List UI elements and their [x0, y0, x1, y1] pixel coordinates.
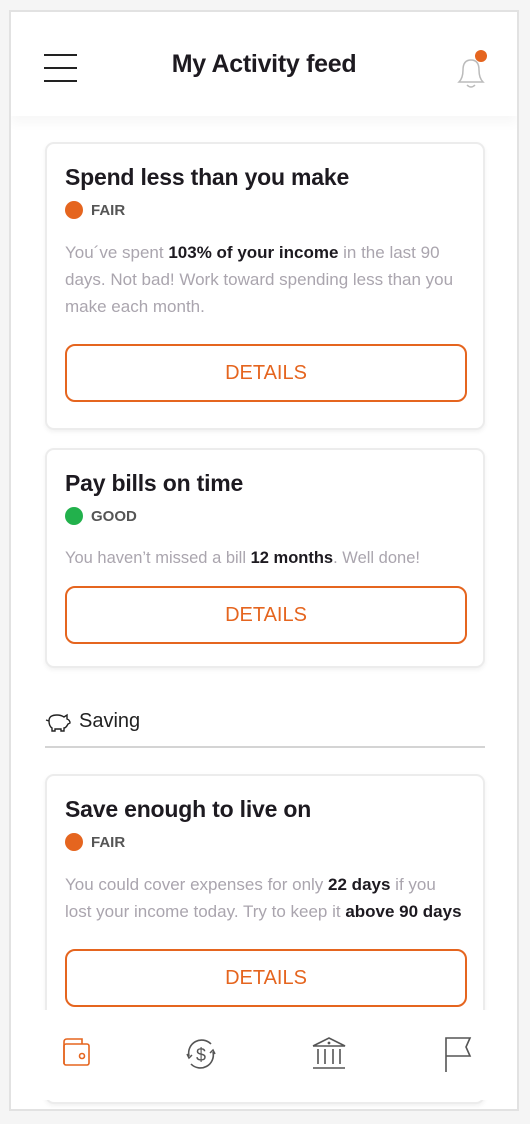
bell-icon[interactable]	[451, 48, 491, 96]
desc-highlight: above 90 days	[345, 902, 462, 921]
desc-text: You could cover expenses for only	[65, 875, 329, 894]
desc-highlight: 103% of your income	[168, 243, 339, 262]
activity-feed[interactable]: Spend less than you make FAIR You´ve spe…	[11, 116, 517, 1109]
status-badge: FAIR	[65, 833, 465, 851]
status-dot	[65, 507, 83, 525]
header: My Activity feed	[11, 12, 517, 116]
piggy-bank-icon	[45, 713, 71, 732]
details-button[interactable]: DETAILS	[65, 344, 467, 402]
details-button[interactable]: DETAILS	[65, 949, 467, 1007]
notification-badge	[475, 50, 487, 62]
desc-text: . Well done!	[333, 549, 420, 567]
desc-highlight: 12 months	[250, 549, 334, 567]
card-description: You could cover expenses for only 22 day…	[65, 871, 465, 925]
bank-icon[interactable]	[309, 1034, 349, 1074]
status-dot	[65, 833, 83, 851]
card-description: You´ve spent 103% of your income in the …	[65, 239, 465, 320]
card-pay-bills: Pay bills on time GOOD You haven’t misse…	[45, 448, 485, 668]
card-spend-less: Spend less than you make FAIR You´ve spe…	[45, 142, 485, 430]
section-saving: Saving	[45, 710, 485, 733]
desc-highlight: 22 days	[328, 875, 391, 894]
bottom-nav: $	[11, 1010, 517, 1100]
menu-icon-bar	[44, 80, 77, 82]
status-label: GOOD	[91, 507, 137, 525]
svg-text:$: $	[196, 1045, 206, 1065]
card-title: Spend less than you make	[65, 164, 350, 190]
desc-text: You´ve spent	[65, 243, 169, 262]
page-title: My Activity feed	[171, 50, 357, 78]
flag-icon[interactable]	[436, 1034, 476, 1074]
details-button[interactable]: DETAILS	[65, 586, 467, 644]
status-badge: FAIR	[65, 201, 465, 219]
status-dot	[65, 201, 83, 219]
app-frame: My Activity feed Spend less than you mak…	[9, 10, 519, 1111]
card-title: Save enough to live on	[65, 796, 312, 822]
status-label: FAIR	[91, 833, 126, 851]
wallet-icon[interactable]	[56, 1034, 96, 1074]
desc-text: You haven’t missed a bill	[65, 549, 251, 567]
dollar-exchange-icon[interactable]: $	[181, 1034, 221, 1074]
status-label: FAIR	[91, 201, 126, 219]
status-badge: GOOD	[65, 507, 465, 525]
card-title: Pay bills on time	[65, 470, 244, 496]
section-divider	[45, 746, 485, 748]
card-description: You haven’t missed a bill 12 months. Wel…	[65, 545, 465, 572]
section-label: Saving	[79, 710, 141, 732]
